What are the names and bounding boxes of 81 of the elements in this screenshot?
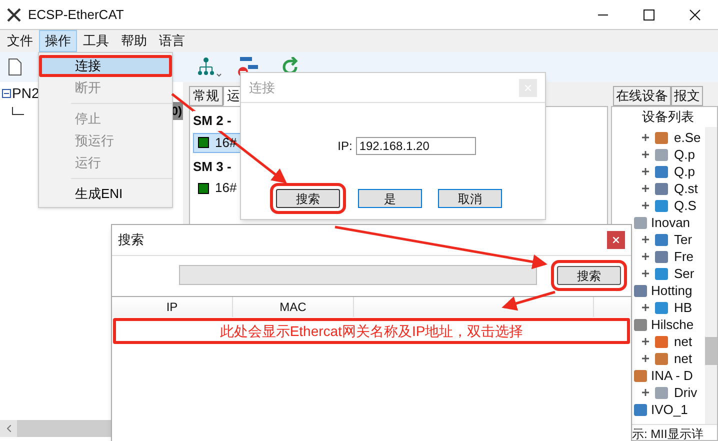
device-label[interactable]: Ter [674, 230, 692, 250]
expand-icon[interactable] [642, 389, 649, 396]
device-icon [634, 404, 647, 416]
expand-icon[interactable] [642, 134, 649, 141]
menu-item[interactable]: 文件 [1, 30, 39, 52]
annotation-arrow [502, 290, 556, 311]
device-label[interactable]: Fre [674, 246, 694, 266]
ip-label: IP: [338, 138, 352, 155]
device-group-label[interactable]: IVO_1 [651, 400, 688, 420]
column-header: 设备列表 [641, 108, 695, 126]
expand-icon[interactable] [642, 355, 649, 362]
device-icon [655, 250, 668, 262]
annotation-text: 此处会显示Ethercat网关名称及IP地址，双击选择 [220, 322, 524, 340]
device-label[interactable]: net [674, 348, 692, 368]
device-label[interactable]: e.Se [674, 128, 701, 148]
device-icon [655, 234, 668, 246]
vertical-scrollbar[interactable] [705, 127, 717, 424]
menu-item[interactable]: 语言 [153, 30, 191, 52]
menu-item[interactable]: 操作 [39, 30, 77, 52]
device-label[interactable]: net [674, 332, 692, 352]
close-button[interactable] [607, 231, 625, 249]
expand-icon[interactable] [642, 253, 649, 260]
expand-icon[interactable] [642, 202, 649, 209]
menu-item[interactable]: 工具 [77, 30, 115, 52]
expand-icon[interactable] [642, 168, 649, 175]
ip-input-field[interactable]: 192.168.1.20 [356, 137, 476, 155]
tree-node-label[interactable]: PN2 [12, 86, 40, 100]
new-file-icon[interactable] [8, 58, 22, 76]
device-icon [655, 166, 668, 178]
tab[interactable]: 在线设备 [613, 86, 671, 106]
tools-icon [6, 6, 22, 22]
dialog-title: 搜索 [118, 231, 144, 250]
device-icon [634, 370, 647, 382]
expand-icon[interactable] [642, 270, 649, 277]
device-label[interactable]: Ser [674, 264, 694, 284]
network-icon[interactable] [198, 57, 222, 77]
status-square-icon [198, 182, 209, 194]
column-header[interactable]: MAC [233, 297, 354, 317]
sync-manager-entry[interactable]: 16# [193, 178, 263, 198]
expand-icon[interactable] [642, 236, 649, 243]
menu-item[interactable]: 帮助 [115, 30, 153, 52]
dialog-button[interactable]: 是 [358, 189, 422, 208]
tab[interactable]: 常规 [189, 86, 223, 106]
dialog-title: 连接 [249, 78, 275, 97]
close-icon [613, 237, 619, 243]
window-title: ECSP-EtherCAT [28, 6, 124, 24]
device-icon [655, 182, 668, 194]
device-label[interactable]: Q.st [674, 178, 698, 198]
menu-entry[interactable]: 连接 [39, 55, 172, 77]
device-label[interactable]: Q.S [674, 196, 696, 216]
device-label[interactable]: HB [674, 298, 692, 318]
device-icon [655, 386, 668, 398]
device-icon [655, 302, 668, 314]
device-icon [655, 132, 668, 144]
device-group-label[interactable]: INA - D [651, 366, 693, 386]
expand-icon[interactable] [642, 151, 649, 158]
device-icon [655, 352, 668, 364]
device-group-label[interactable]: Inovan [651, 212, 690, 232]
device-label[interactable]: Q.p [674, 144, 695, 164]
column-header[interactable]: IP [112, 297, 233, 317]
collapse-icon[interactable] [2, 88, 11, 98]
device-icon [655, 148, 668, 160]
device-icon [655, 200, 668, 212]
menu-entry[interactable]: 生成ENI [39, 183, 172, 205]
device-icon [634, 216, 647, 228]
tab[interactable]: 报文 [671, 86, 703, 106]
expand-icon[interactable] [642, 185, 649, 192]
sync-manager-title: SM 2 - [193, 111, 234, 130]
dialog-button[interactable]: 取消 [438, 189, 502, 208]
scroll-left-icon[interactable] [6, 425, 10, 432]
device-icon [634, 318, 647, 330]
status-square-icon [198, 137, 209, 148]
device-icon [655, 336, 668, 348]
device-label[interactable]: Q.p [674, 162, 695, 182]
device-group-label[interactable]: Hotting [651, 280, 692, 300]
device-label[interactable]: Driv [674, 382, 698, 402]
expand-icon[interactable] [642, 304, 649, 311]
device-group-label[interactable]: Hilsche [651, 314, 694, 334]
device-icon [634, 284, 647, 296]
expand-icon[interactable] [642, 338, 649, 345]
device-icon [655, 268, 668, 280]
